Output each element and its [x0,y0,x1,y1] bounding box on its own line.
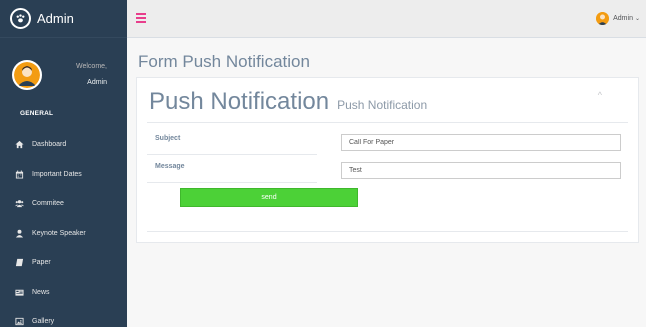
message-label: Message [155,163,185,170]
image-icon [14,317,24,327]
sidebar-item-label: Important Dates [32,170,82,178]
chevron-down-icon: ⌄ [634,16,640,22]
paw-icon [10,8,31,29]
message-row: Message [147,157,317,183]
book-icon [14,258,24,268]
message-input[interactable] [341,162,621,179]
avatar [12,60,42,90]
subject-input[interactable] [341,134,621,151]
avatar [596,12,610,25]
subject-label: Subject [155,135,181,142]
user-menu[interactable]: Admin ⌄ [596,12,640,25]
collapse-icon[interactable]: ^ [598,90,602,100]
sidebar-item-news[interactable]: News [0,278,127,308]
sidebar-item-dashboard[interactable]: Dashboard [0,130,127,160]
menu-heading: GENERAL [20,110,54,117]
sidebar-item-gallery[interactable]: Gallery [0,307,127,327]
divider [147,231,628,232]
welcome-text: Welcome, [76,63,107,70]
sidebar-item-keynote-speaker[interactable]: Keynote Speaker [0,219,127,249]
send-button[interactable]: send [180,188,358,207]
top-nav: Admin ⌄ [127,0,646,38]
newspaper-icon [14,287,24,297]
user-menu-label: Admin [613,15,633,22]
sidebar-item-label: Dashboard [32,141,67,149]
push-notification-panel: Push Notification Push Notification ^ Su… [136,77,639,243]
sidebar-item-label: Commitee [32,200,64,208]
calendar-icon [14,169,24,179]
home-icon [14,140,24,150]
panel-title: Push Notification [149,88,330,115]
user-icon [14,228,24,238]
users-icon [14,199,24,209]
sidebar-item-important-dates[interactable]: Important Dates [0,160,127,190]
sidebar-item-label: Gallery [32,318,55,326]
profile-name: Admin [87,79,107,86]
sidebar: Admin Welcome, Admin GENERAL Dashboard I… [0,0,127,327]
sidebar-item-label: Keynote Speaker [32,229,86,237]
subject-row: Subject [147,129,317,155]
menu-toggle-icon[interactable] [136,13,146,23]
profile: Welcome, Admin [0,38,127,100]
sidebar-item-label: News [32,288,50,296]
sidebar-item-paper[interactable]: Paper [0,248,127,278]
sidebar-item-label: Paper [32,259,51,267]
panel-subtitle: Push Notification [337,98,428,112]
sidebar-item-commitee[interactable]: Commitee [0,189,127,219]
brand-title: Admin [37,11,74,26]
divider [147,122,628,123]
brand[interactable]: Admin [0,0,127,38]
page-title: Form Push Notification [138,52,310,71]
